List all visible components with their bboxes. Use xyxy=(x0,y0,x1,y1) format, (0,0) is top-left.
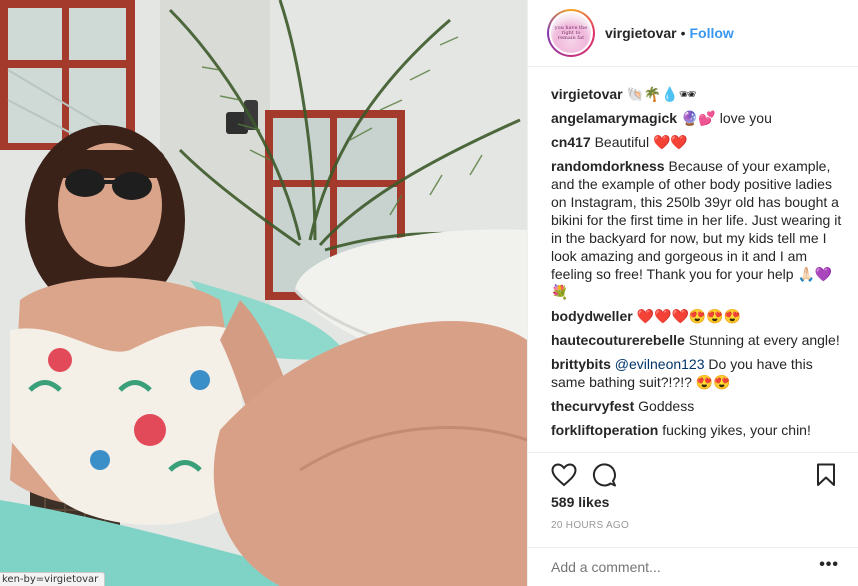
comment-item: forkliftoperation fucking yikes, your ch… xyxy=(551,421,842,439)
heart-icon[interactable] xyxy=(551,463,577,487)
more-options-icon[interactable]: ••• xyxy=(819,557,839,573)
post-timestamp[interactable]: 20 HOURS AGO xyxy=(551,520,629,531)
action-bar xyxy=(528,452,858,496)
post-photo[interactable]: ken-by=virgietovar xyxy=(0,0,527,586)
comment-username[interactable]: angelamarymagick xyxy=(551,110,677,126)
comment-text: 🐚🌴💧🕶 xyxy=(626,86,697,102)
comment-text: ❤️❤️❤️😍😍😍 xyxy=(636,308,742,324)
comment-username[interactable]: randomdorkness xyxy=(551,158,665,174)
comment-text: Because of your example, and the example… xyxy=(551,158,842,300)
comment-item: bodydweller ❤️❤️❤️😍😍😍 xyxy=(551,307,842,325)
header-separator: • xyxy=(680,25,686,41)
photo-illustration xyxy=(0,0,527,586)
post-sidebar: you have the right to remain fat virgiet… xyxy=(527,0,858,586)
avatar-ring: you have the right to remain fat xyxy=(549,11,593,55)
comment-username[interactable]: virgietovar xyxy=(551,86,623,102)
comment-username[interactable]: hautecouturerebelle xyxy=(551,332,685,348)
comment-item: cn417 Beautiful ❤️❤️ xyxy=(551,133,842,151)
status-bar-url: ken-by=virgietovar xyxy=(0,572,106,586)
comment-username[interactable]: bodydweller xyxy=(551,308,633,324)
bookmark-icon[interactable] xyxy=(816,463,836,487)
comment-item: angelamarymagick 🔮💕 love you xyxy=(551,109,842,127)
comment-username[interactable]: cn417 xyxy=(551,134,591,150)
comment-icon[interactable] xyxy=(591,462,617,488)
comment-text: fucking yikes, your chin! xyxy=(662,422,811,438)
comment-username[interactable]: forkliftoperation xyxy=(551,422,658,438)
comment-text: Goddess xyxy=(638,398,695,414)
comment-username[interactable]: thecurvyfest xyxy=(551,398,634,414)
post-header: you have the right to remain fat virgiet… xyxy=(528,0,858,67)
comment-item: brittybits @evilneon123 Do you have this… xyxy=(551,355,842,391)
comment-item: thecurvyfest Goddess xyxy=(551,397,842,415)
comment-text: Beautiful ❤️❤️ xyxy=(594,134,688,150)
comment-item: hautecouturerebelle Stunning at every an… xyxy=(551,331,842,349)
header-username[interactable]: virgietovar xyxy=(605,25,677,41)
comments-list[interactable]: virgietovar 🐚🌴💧🕶 angelamarymagick 🔮💕 lov… xyxy=(528,67,858,452)
avatar[interactable]: you have the right to remain fat xyxy=(547,9,595,57)
comment-username[interactable]: brittybits xyxy=(551,356,611,372)
follow-button[interactable]: Follow xyxy=(690,25,734,41)
likes-count[interactable]: 589 likes xyxy=(551,494,609,510)
comment-text: 🔮💕 love you xyxy=(680,110,772,126)
avatar-image: you have the right to remain fat xyxy=(551,13,591,53)
avatar-text: you have the right to remain fat xyxy=(554,24,588,41)
comment-item: randomdorkness Because of your example, … xyxy=(551,157,842,301)
comment-item: virgietovar 🐚🌴💧🕶 xyxy=(551,85,842,103)
comment-input[interactable] xyxy=(551,559,801,575)
add-comment-bar: ••• xyxy=(528,547,858,586)
comment-mention[interactable]: @evilneon123 xyxy=(615,356,705,372)
comment-text: Stunning at every angle! xyxy=(688,332,840,348)
